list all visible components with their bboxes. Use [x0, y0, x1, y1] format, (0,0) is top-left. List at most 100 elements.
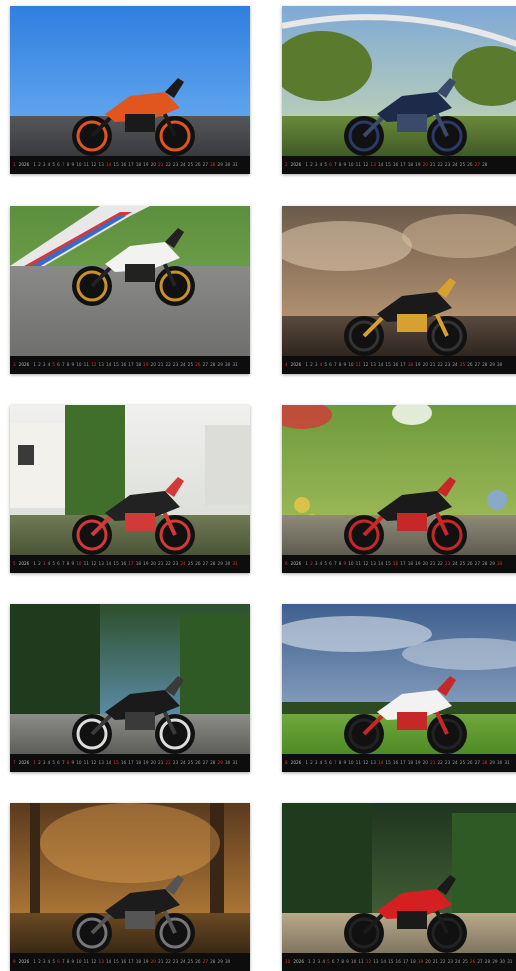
- day-number: 12: [363, 362, 369, 367]
- day-number: 28: [482, 362, 488, 367]
- day-number: 18: [135, 561, 142, 566]
- day-number: 27: [202, 959, 209, 964]
- day-number: 19: [415, 561, 421, 566]
- day-number: 30: [496, 760, 503, 765]
- day-number: 21: [430, 162, 436, 167]
- day-number: 14: [105, 162, 112, 167]
- day-number: 4: [319, 162, 323, 167]
- day-number: 1: [33, 561, 37, 566]
- day-number: 23: [444, 362, 451, 367]
- day-number: 16: [392, 362, 399, 367]
- day-number: 21: [158, 162, 164, 167]
- day-number: 10: [348, 162, 354, 167]
- day-number: 16: [120, 561, 127, 566]
- day-number: 9: [71, 362, 75, 367]
- motorcycle-photo: [282, 6, 516, 156]
- day-number: 26: [467, 561, 473, 566]
- day-number: 29: [217, 362, 223, 367]
- day-number: 5: [324, 162, 328, 167]
- day-number: 17: [128, 362, 134, 367]
- day-number: 6: [57, 760, 60, 765]
- day-number: 14: [105, 959, 112, 964]
- day-number: 10: [348, 561, 354, 566]
- day-number: 24: [180, 561, 186, 566]
- day-number: 19: [415, 162, 421, 167]
- day-number: 13: [370, 760, 376, 765]
- day-number: 24: [180, 760, 186, 765]
- day-number: 2: [38, 959, 41, 964]
- motorcycle-photo: [282, 206, 516, 356]
- day-number: 29: [217, 959, 223, 964]
- day-number: 5: [324, 760, 328, 765]
- day-number: 7: [333, 162, 337, 167]
- day-number: 29: [217, 561, 223, 566]
- day-number: 28: [210, 760, 216, 765]
- day-number: 31: [232, 561, 238, 566]
- day-number: 3: [42, 362, 46, 367]
- day-number: 9: [71, 760, 75, 765]
- day-number: 12: [363, 760, 369, 765]
- day-number: 2: [310, 760, 313, 765]
- day-number: 30: [224, 362, 231, 367]
- calendar-preview-grid: 1 2026 1 2 3 4 5 6 7 8 9 10 11 12 13 14 15 16 17 18 19 20 21 22…: [0, 0, 516, 971]
- day-number: 21: [430, 362, 436, 367]
- day-number: 25: [459, 162, 466, 167]
- day-number: 22: [165, 959, 171, 964]
- day-number: 1: [305, 362, 309, 367]
- day-number: 20: [422, 162, 428, 167]
- month-number: 1: [13, 162, 16, 167]
- day-number: 19: [143, 561, 149, 566]
- day-number: 10: [350, 959, 357, 964]
- day-number: 4: [319, 561, 323, 566]
- day-number: 31: [232, 162, 238, 167]
- day-number: 28: [210, 959, 216, 964]
- day-number: 27: [474, 561, 481, 566]
- day-number: 28: [482, 760, 488, 765]
- day-number: 9: [343, 561, 347, 566]
- calendar-page-10: 10 2026 1 2 3 4 5 6 7 8 9 10 11 12 13 14 15 16 17 18 19 20 21 2…: [282, 803, 516, 971]
- calendar-page-4: 4 2026 1 2 3 4 5 6 7 8 9 10 11 12 13 14 15 16 17 18 19 20 21 22…: [282, 206, 516, 374]
- date-strip: 7 2026 1 2 3 4 5 6 7 8 9 10 11 12 13 14 15 16 17 18 19 20 21 22…: [10, 754, 250, 772]
- day-number: 18: [135, 162, 142, 167]
- day-number: 26: [467, 760, 473, 765]
- day-number: 18: [135, 760, 142, 765]
- day-number: 4: [47, 162, 51, 167]
- day-number: 3: [314, 162, 318, 167]
- date-strip: 6 2026 1 2 3 4 5 6 7 8 9 10 11 12 13 14 15 16 17 18 19 20 21 22…: [282, 555, 516, 573]
- day-number: 30: [496, 561, 503, 566]
- day-number: 16: [392, 162, 399, 167]
- day-number: 22: [440, 959, 446, 964]
- day-number: 7: [333, 561, 337, 566]
- day-number: 24: [180, 162, 186, 167]
- calendar-page-2: 2 2026 1 2 3 4 5 6 7 8 9 10 11 12 13 14 15 16 17 18 19 20 21 22…: [282, 6, 516, 174]
- day-number: 15: [385, 561, 391, 566]
- day-number: 11: [83, 959, 90, 964]
- day-number: 7: [61, 760, 65, 765]
- day-number: 7: [333, 760, 337, 765]
- day-number: 22: [165, 162, 171, 167]
- day-number: 18: [407, 162, 414, 167]
- day-number: 9: [343, 760, 347, 765]
- day-number: 4: [47, 561, 51, 566]
- day-number: 27: [474, 760, 481, 765]
- day-number: 7: [61, 362, 65, 367]
- day-number: 13: [370, 162, 376, 167]
- day-number: 28: [482, 561, 488, 566]
- day-number: 6: [329, 162, 332, 167]
- day-number: 16: [120, 760, 127, 765]
- day-number: 29: [217, 162, 223, 167]
- day-number: 14: [105, 362, 112, 367]
- day-number: 1: [305, 162, 309, 167]
- day-number: 29: [492, 959, 498, 964]
- day-number: 27: [477, 959, 483, 964]
- day-number: 5: [327, 959, 330, 964]
- month-number: 6: [285, 561, 288, 566]
- year-label: 2026: [18, 362, 30, 367]
- day-number: 1: [33, 959, 37, 964]
- day-number: 22: [165, 362, 171, 367]
- day-number: 11: [83, 362, 90, 367]
- day-number: 9: [71, 162, 75, 167]
- motorcycle-photo: [10, 803, 250, 953]
- day-number: 17: [400, 362, 406, 367]
- day-number: 11: [83, 162, 90, 167]
